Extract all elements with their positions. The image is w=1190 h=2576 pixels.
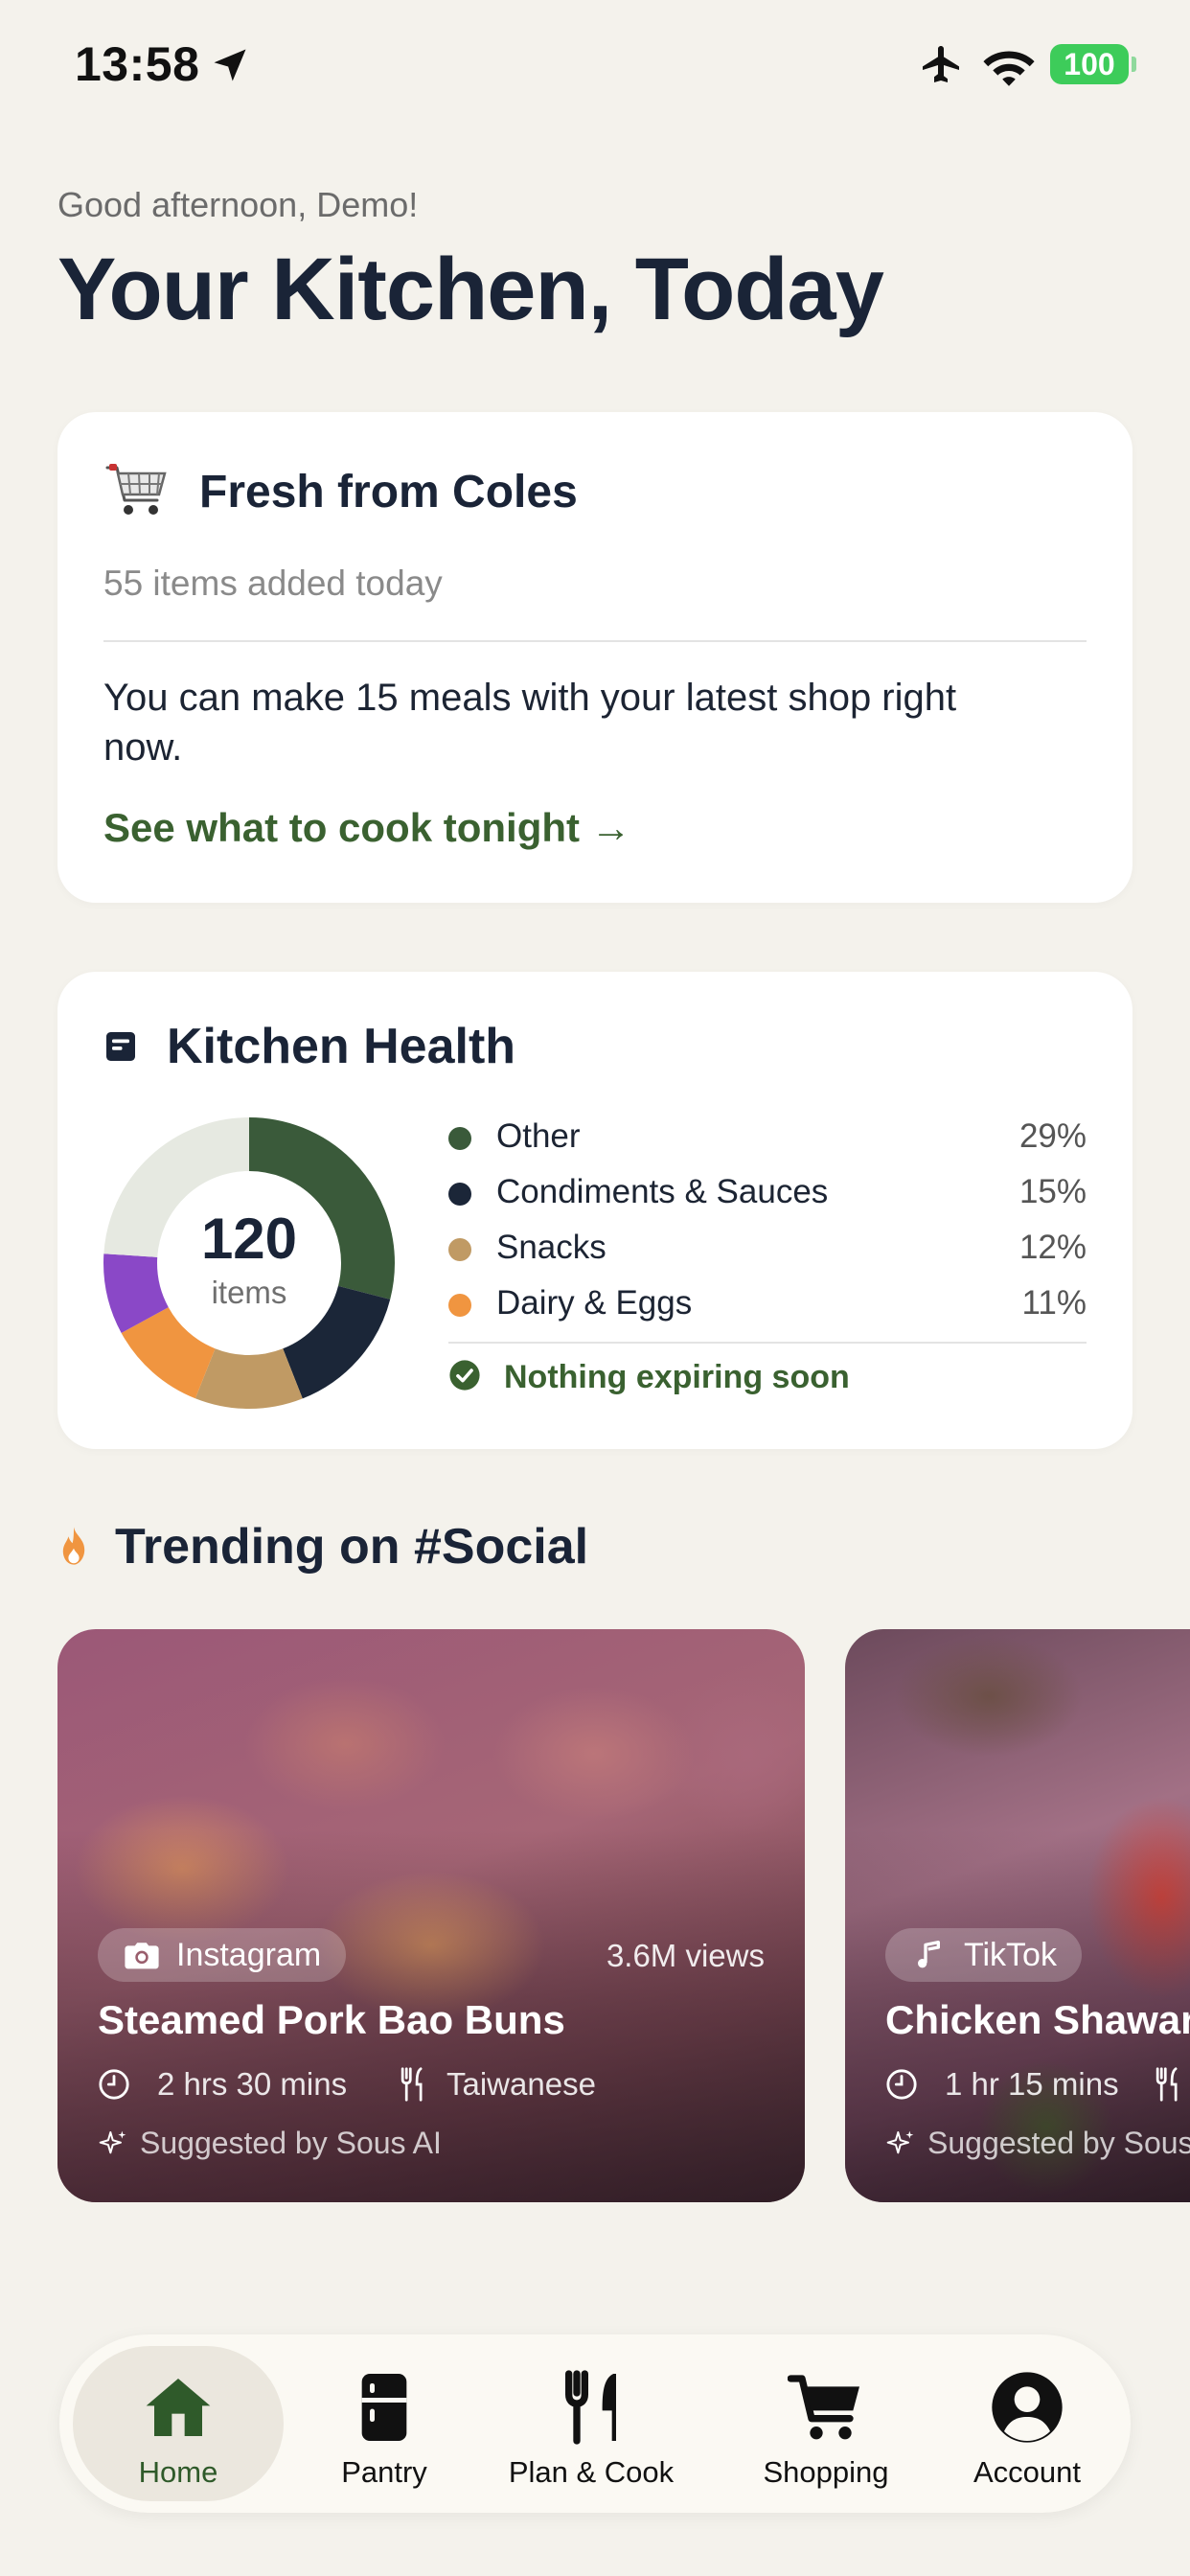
fridge-icon — [361, 2374, 407, 2441]
item-count-unit: items — [211, 1275, 287, 1310]
source-badge: TikTok — [885, 1928, 1082, 1982]
recipe-title: Steamed Pork Bao Buns — [98, 1997, 565, 2042]
coles-shop-card[interactable]: Fresh from Coles 55 items added today Yo… — [57, 412, 1133, 903]
view-count: 3.6M views — [606, 1938, 765, 1973]
coles-card-title: Fresh from Coles — [199, 467, 578, 518]
suggestion-text: Suggested by Sous AI — [927, 2126, 1190, 2160]
greeting: Good afternoon, Demo! — [57, 185, 419, 224]
suggestion-text: Suggested by Sous AI — [140, 2126, 442, 2160]
source-badge: Instagram — [98, 1928, 347, 1982]
music-note-icon — [918, 1941, 940, 1968]
recipe-card[interactable]: Instagram 3.6M views Steamed Pork Bao Bu… — [57, 1629, 805, 2202]
coles-card-message: You can make 15 meals with your latest s… — [103, 677, 957, 769]
tab-account[interactable]: Account — [941, 2346, 1113, 2501]
legend-label: Condiments & Sauces — [496, 1173, 829, 1210]
airplane-mode-icon — [923, 46, 959, 82]
sparkle-icon — [99, 2130, 126, 2154]
wifi-icon — [983, 51, 1035, 86]
kitchen-health-title: Kitchen Health — [167, 1019, 516, 1074]
page-title: Your Kitchen, Today — [57, 241, 884, 338]
tab-label: Pantry — [341, 2455, 427, 2489]
fork-knife-icon — [1156, 2067, 1178, 2102]
home-icon — [146, 2379, 211, 2436]
tab-shopping[interactable]: Shopping — [730, 2346, 922, 2501]
legend-label: Other — [496, 1117, 581, 1155]
camera-icon — [125, 1943, 159, 1969]
battery-indicator: 100 — [1050, 44, 1136, 84]
legend-item: Dairy & Eggs 11% — [448, 1282, 1087, 1338]
divider — [103, 640, 1087, 642]
bottom-tab-bar: Home Pantry Plan & Cook Shopping Account — [59, 2334, 1131, 2513]
tab-label: Account — [973, 2455, 1081, 2489]
tab-home[interactable]: Home — [73, 2346, 284, 2501]
tab-plan-cook[interactable]: Plan & Cook — [481, 2346, 701, 2501]
legend-dot — [448, 1127, 471, 1150]
cuisine: Taiwanese — [446, 2066, 596, 2102]
tab-label: Shopping — [763, 2455, 889, 2489]
divider — [448, 1342, 1087, 1344]
legend-percent: 11% — [1021, 1284, 1087, 1322]
kitchen-health-card[interactable]: Kitchen Health 120 items Other 29% Condi… — [57, 972, 1133, 1449]
account-icon — [992, 2372, 1063, 2443]
flame-icon — [62, 1527, 85, 1565]
legend-item: Snacks 12% — [448, 1227, 1087, 1282]
legend-percent: 15% — [1018, 1173, 1087, 1210]
clock-icon — [99, 2069, 129, 2100]
legend-label: Dairy & Eggs — [496, 1284, 693, 1322]
cart-icon — [788, 2375, 859, 2440]
legend-percent: 29% — [1018, 1117, 1087, 1155]
clock-icon — [886, 2069, 917, 2100]
fork-knife-icon — [565, 2370, 616, 2445]
inventory-icon — [106, 1032, 135, 1061]
sparkle-icon — [886, 2130, 914, 2154]
expiry-status: Nothing expiring soon — [504, 1359, 850, 1395]
legend-item: Condiments & Sauces 15% — [448, 1171, 1087, 1227]
tab-label: Plan & Cook — [508, 2455, 675, 2489]
source-name: TikTok — [964, 1937, 1057, 1973]
legend-dot — [448, 1294, 471, 1317]
trending-section-title: Trending on #Social — [115, 1519, 589, 1575]
legend-percent: 12% — [1018, 1229, 1087, 1266]
tab-pantry[interactable]: Pantry — [312, 2346, 456, 2501]
shopping-cart-icon — [105, 464, 167, 515]
coles-card-subtitle: 55 items added today — [103, 564, 443, 603]
status-bar: 13:58 100 — [0, 0, 1190, 129]
cook-time: 1 hr 15 mins — [945, 2066, 1119, 2102]
location-arrow-icon — [214, 49, 246, 81]
status-time: 13:58 — [75, 37, 200, 91]
legend-label: Snacks — [496, 1229, 606, 1266]
legend-dot — [448, 1183, 471, 1206]
check-circle-icon — [449, 1360, 480, 1391]
source-name: Instagram — [176, 1937, 322, 1973]
tab-label: Home — [138, 2455, 218, 2489]
recipe-card[interactable]: TikTok Chicken Shawarma 1 hr 15 mins Sug… — [845, 1629, 1190, 2202]
legend-item: Other 29% — [448, 1116, 1087, 1171]
recipe-title: Chicken Shawarma — [885, 1997, 1190, 2042]
see-what-to-cook-link[interactable]: See what to cook tonight → — [103, 805, 631, 851]
fork-knife-icon — [400, 2067, 423, 2102]
item-count: 120 — [200, 1207, 298, 1271]
legend-dot — [448, 1238, 471, 1261]
category-legend: Other 29% Condiments & Sauces 15% Snacks… — [448, 1116, 1087, 1338]
cook-time: 2 hrs 30 mins — [157, 2066, 348, 2102]
